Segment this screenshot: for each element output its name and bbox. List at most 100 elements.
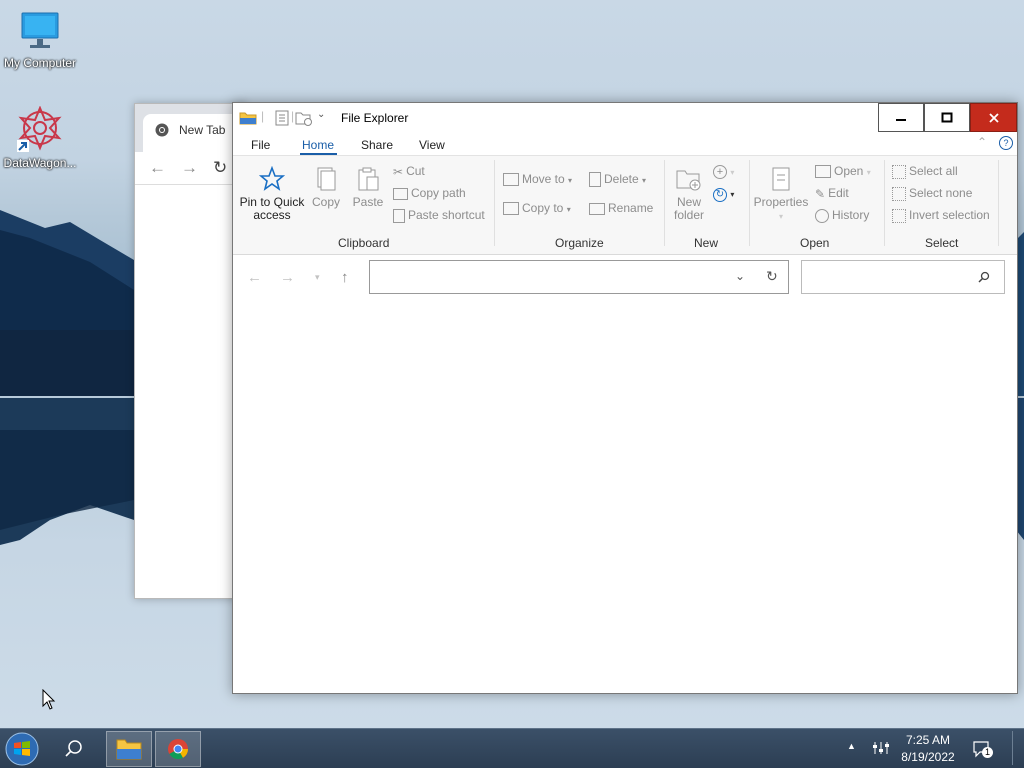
forward-arrow-icon[interactable]: →	[181, 158, 198, 178]
new-group-label: New	[694, 236, 719, 250]
chrome-tab-title: New Tab	[179, 123, 226, 137]
monitor-icon	[21, 12, 59, 48]
move-to-button[interactable]: Move to ▾	[503, 172, 572, 187]
address-dropdown-icon[interactable]: ⌄	[735, 269, 745, 283]
select-group-label: Select	[925, 236, 959, 250]
chrome-nav-bar: ← → ↻	[135, 152, 245, 185]
taskbar-chrome[interactable]	[155, 731, 201, 767]
star-icon	[259, 166, 285, 191]
notification-count-badge: 1	[982, 747, 993, 758]
select-none-button[interactable]: Select none	[892, 186, 972, 201]
search-box[interactable]	[801, 260, 1005, 294]
copy-button[interactable]: Copy	[309, 166, 343, 209]
rename-icon	[589, 202, 605, 215]
navigation-bar: ← → ▾ ↑ ⌄ ↻	[233, 255, 1017, 303]
history-icon	[815, 208, 829, 223]
invert-selection-label: Invert selection	[909, 208, 990, 222]
copy-path-label: Copy path	[411, 186, 466, 200]
scissors-icon: ✂	[393, 164, 404, 179]
copy-to-button[interactable]: Copy to ▾	[503, 201, 571, 216]
pin-label-line2: access	[253, 208, 291, 222]
desktop-icon-label: DataWagon...	[3, 156, 77, 170]
start-button[interactable]	[4, 731, 50, 767]
maximize-icon	[941, 112, 953, 122]
cut-button[interactable]: ✂ Cut	[393, 164, 425, 179]
properties-label: Properties	[753, 195, 809, 209]
easy-access-button[interactable]: ↻ ▾	[713, 186, 734, 202]
chrome-window[interactable]: New Tab ← → ↻	[134, 103, 253, 599]
address-bar[interactable]: ⌄ ↻	[369, 260, 789, 294]
new-folder-label-line2: folder	[673, 208, 705, 222]
select-all-icon	[892, 164, 906, 179]
new-folder-label-line1: New	[676, 195, 701, 209]
edit-button[interactable]: ✎ Edit	[815, 186, 849, 201]
minimize-button[interactable]	[878, 103, 924, 132]
paste-shortcut-button[interactable]: Paste shortcut	[393, 208, 485, 223]
invert-selection-button[interactable]: Invert selection	[892, 208, 990, 223]
cut-label: Cut	[406, 164, 425, 178]
properties-button[interactable]: Properties ▾	[753, 166, 809, 223]
collapse-ribbon-icon[interactable]: ⌃	[977, 135, 987, 149]
pin-to-quick-access-button[interactable]: Pin to Quick access	[239, 166, 305, 222]
network-icon[interactable]	[871, 738, 891, 758]
paste-shortcut-label: Paste shortcut	[408, 208, 485, 222]
select-all-label: Select all	[909, 164, 958, 178]
paste-label: Paste	[352, 195, 384, 209]
reload-icon[interactable]: ↻	[213, 158, 227, 178]
desktop-icon-my-computer[interactable]: My Computer	[0, 10, 80, 70]
history-button[interactable]: History	[815, 208, 869, 223]
new-folder-button[interactable]: New folder	[669, 166, 709, 222]
clock[interactable]: 7:25 AM 8/19/2022	[898, 732, 958, 766]
close-button[interactable]	[970, 103, 1017, 132]
chevron-down-icon[interactable]: ⌄	[317, 109, 325, 120]
copy-label: Copy	[311, 195, 340, 209]
group-divider	[884, 160, 885, 246]
search-button[interactable]	[52, 731, 98, 767]
clock-time: 7:25 AM	[905, 733, 951, 747]
desktop-icon-datawagon[interactable]: DataWagon...	[0, 106, 80, 170]
open-group-label: Open	[800, 236, 830, 250]
rename-button[interactable]: Rename	[589, 201, 653, 215]
show-hidden-icons-icon[interactable]: ▲	[847, 741, 856, 751]
properties-icon	[772, 167, 790, 191]
clipboard-group-label: Clipboard	[338, 236, 390, 250]
properties-quick-icon[interactable]	[275, 110, 289, 126]
file-explorer-window[interactable]: | | ⌄ File Explorer File Home Share View…	[232, 102, 1018, 694]
notifications-button[interactable]: 1	[972, 739, 993, 759]
taskbar-file-explorer[interactable]	[106, 731, 152, 767]
file-list-pane[interactable]	[233, 303, 1017, 693]
back-arrow-icon[interactable]: ←	[247, 269, 262, 286]
open-button[interactable]: Open ▾	[815, 164, 871, 179]
search-icon	[978, 271, 990, 283]
easy-access-icon: ↻	[713, 188, 727, 202]
open-icon	[815, 165, 831, 179]
copy-path-button[interactable]: Copy path	[393, 186, 466, 200]
help-icon[interactable]: ?	[999, 136, 1013, 150]
forward-arrow-icon[interactable]: →	[280, 269, 295, 286]
show-desktop-button[interactable]	[1012, 731, 1021, 765]
paste-shortcut-icon	[393, 208, 405, 223]
select-all-button[interactable]: Select all	[892, 164, 958, 179]
group-divider	[494, 160, 495, 246]
tab-home[interactable]: Home	[302, 138, 334, 152]
taskbar: ▲ 7:25 AM 8/19/2022 1	[0, 728, 1024, 768]
new-item-button[interactable]: + ▾	[713, 164, 734, 179]
close-icon	[988, 112, 999, 123]
copy-path-icon	[393, 187, 408, 200]
recent-locations-icon[interactable]: ▾	[315, 272, 320, 283]
tab-view[interactable]: View	[419, 138, 445, 152]
window-title: File Explorer	[341, 111, 409, 125]
paste-button[interactable]: Paste	[351, 166, 385, 209]
group-divider	[998, 160, 999, 246]
folder-icon	[116, 739, 142, 760]
up-arrow-icon[interactable]: ↑	[341, 269, 349, 286]
edit-label: Edit	[828, 186, 849, 200]
new-folder-icon	[676, 170, 701, 191]
tab-file[interactable]: File	[251, 138, 270, 152]
maximize-button[interactable]	[924, 103, 970, 132]
new-folder-quick-icon[interactable]	[295, 110, 313, 126]
back-arrow-icon[interactable]: ←	[149, 158, 166, 178]
refresh-icon[interactable]: ↻	[766, 268, 778, 285]
tab-share[interactable]: Share	[361, 138, 393, 152]
delete-button[interactable]: Delete ▾	[589, 172, 646, 188]
